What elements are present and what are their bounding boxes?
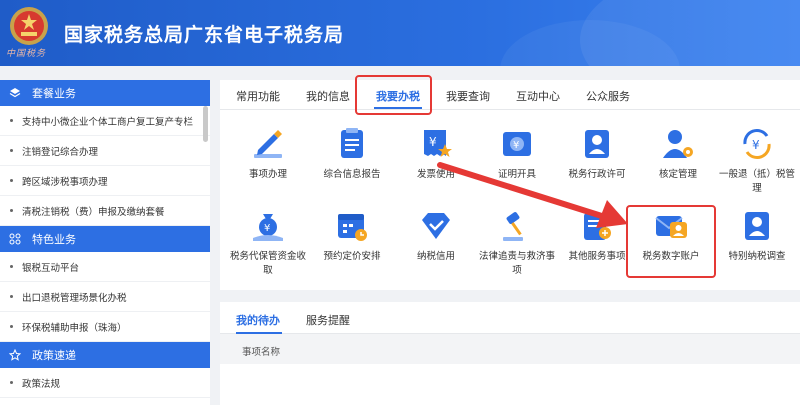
tile-highlight-box: [626, 205, 716, 278]
tax-emblem-icon: [10, 7, 48, 45]
tile-refund[interactable]: ¥ 一般退（抵）税管理: [717, 126, 797, 196]
tab-my-todo[interactable]: 我的待办: [236, 312, 280, 328]
tile-label: 其他服务事项: [568, 251, 626, 262]
tile-legal-remedy[interactable]: 法律追责与救济事项: [477, 208, 557, 278]
tile-label: 法律追责与救济事项: [478, 251, 555, 276]
sidebar-item[interactable]: 支持中小微企业个体工商户复工复产专栏: [0, 106, 210, 136]
tile-special-investigation[interactable]: 特别纳税调查: [717, 208, 797, 264]
sidebar-item-label: 环保税辅助申报（珠海）: [22, 322, 127, 334]
tile-label: 证明开具: [497, 169, 536, 180]
tab-my-info[interactable]: 我的信息: [306, 88, 350, 104]
sidebar-item[interactable]: 环保税辅助申报（珠海）: [0, 312, 210, 342]
tile-label: 税务行政许可: [568, 169, 626, 180]
tile-label: 发票使用: [416, 169, 455, 180]
tile-admin-license[interactable]: 税务行政许可: [557, 126, 637, 182]
tile-label: 纳税信用: [416, 251, 455, 262]
diamond-icon: [422, 213, 450, 239]
gavel-icon: [503, 212, 523, 241]
tile-other-services[interactable]: 其他服务事项: [557, 208, 637, 264]
sidebar-item[interactable]: 银税互动平台: [0, 252, 210, 282]
tile-label: 特别纳税调查: [728, 251, 786, 262]
money-bag-icon: ¥: [253, 214, 283, 241]
main-tabs: 常用功能 我的信息 我要办税 我要查询 互动中心 公众服务: [220, 75, 800, 115]
calendar-icon: [338, 214, 367, 241]
tile-item-handling[interactable]: 事项办理: [228, 126, 308, 182]
svg-text:¥: ¥: [752, 138, 760, 152]
pen-icon: [254, 130, 282, 158]
bullet-icon: [10, 325, 13, 328]
sidebar-scrollbar-thumb[interactable]: [203, 106, 208, 142]
sidebar-item-label: 政策法规: [22, 378, 61, 390]
site-header: 中国税务 国家税务总局广东省电子税务局: [0, 0, 800, 66]
bullet-icon: [10, 265, 13, 268]
bullet-icon: [10, 179, 13, 182]
sidebar-item[interactable]: 跨区域涉税事项办理: [0, 166, 210, 196]
tab-common[interactable]: 常用功能: [236, 88, 280, 104]
sidebar-item[interactable]: 注销登记综合办理: [0, 136, 210, 166]
bullet-icon: [10, 119, 13, 122]
sidebar-item-label: 出口退税管理场景化办税: [22, 292, 127, 304]
tile-verification[interactable]: 核定管理: [638, 126, 718, 182]
tile-label: 事项办理: [248, 169, 287, 180]
certificate-icon: ¥: [503, 132, 531, 156]
tile-custody-funds[interactable]: ¥ 税务代保管资金收取: [228, 208, 308, 278]
sidebar-item[interactable]: 政策法规: [0, 368, 210, 398]
tile-label: 核定管理: [658, 169, 697, 180]
tile-invoice-use[interactable]: ¥ 发票使用: [396, 126, 476, 182]
service-panel: 常用功能 我的信息 我要办税 我要查询 互动中心 公众服务 事项办理 综合信息报…: [220, 75, 800, 290]
sidebar-section-special[interactable]: 特色业务: [0, 226, 210, 252]
sidebar-item[interactable]: 清税注销税（费）申报及缴纳套餐: [0, 196, 210, 226]
column-header-item-name: 事项名称: [242, 347, 281, 358]
tab-public-service[interactable]: 公众服务: [586, 88, 630, 104]
report-icon: [341, 128, 363, 158]
tile-pricing-arrangement[interactable]: 预约定价安排: [312, 208, 392, 264]
todo-panel: 我的待办 服务提醒 事项名称: [220, 302, 800, 405]
tile-label: 一般退（抵）税管理: [718, 169, 795, 194]
sidebar-section-title: 政策速递: [32, 349, 76, 362]
tile-label: 综合信息报告: [323, 169, 381, 180]
svg-text:¥: ¥: [264, 223, 270, 234]
tile-label: 预约定价安排: [323, 251, 381, 262]
tile-label: 税务代保管资金收取: [229, 251, 306, 276]
sidebar-item-label: 支持中小微企业个体工商户复工复产专栏: [22, 116, 194, 128]
sidebar-section-title: 特色业务: [32, 233, 76, 246]
brand-script-logo: 中国税务: [6, 49, 47, 59]
user-gear-icon: [663, 130, 693, 158]
svg-text:¥: ¥: [513, 140, 519, 151]
sidebar-item-label: 注销登记综合办理: [22, 146, 99, 158]
tab-interaction[interactable]: 互动中心: [516, 88, 560, 104]
refund-icon: ¥: [743, 129, 771, 159]
sidebar-section-policy[interactable]: 政策速递: [0, 342, 210, 368]
sidebar-item-label: 银税互动平台: [22, 262, 80, 274]
sidebar: 套餐业务 支持中小微企业个体工商户复工复产专栏 注销登记综合办理 跨区域涉税事项…: [0, 80, 210, 405]
tile-info-report[interactable]: 综合信息报告: [312, 126, 392, 182]
bullet-icon: [10, 149, 13, 152]
license-icon: [585, 130, 609, 158]
svg-text:¥: ¥: [429, 135, 437, 149]
tab-highlight-box: [355, 75, 432, 115]
tab-service-reminder[interactable]: 服务提醒: [306, 312, 350, 328]
sidebar-section-package[interactable]: 套餐业务: [0, 80, 210, 106]
clipboard-icon: [584, 213, 611, 240]
investigation-icon: [745, 212, 769, 240]
bullet-icon: [10, 381, 13, 384]
todo-tabs: 我的待办 服务提醒: [220, 302, 800, 334]
grid-icon: [8, 232, 22, 246]
sidebar-item-label: 跨区域涉税事项办理: [22, 176, 108, 188]
table-header: 事项名称: [220, 334, 800, 364]
layers-icon: [8, 86, 22, 100]
bullet-icon: [10, 209, 13, 212]
invoice-icon: ¥: [424, 130, 452, 157]
sidebar-item-label: 清税注销税（费）申报及缴纳套餐: [22, 206, 165, 218]
tile-certificate[interactable]: ¥ 证明开具: [477, 126, 557, 182]
sidebar-item[interactable]: 出口退税管理场景化办税: [0, 282, 210, 312]
bullet-icon: [10, 295, 13, 298]
tab-query[interactable]: 我要查询: [446, 88, 490, 104]
sidebar-section-title: 套餐业务: [32, 87, 76, 100]
star-icon: [8, 348, 22, 362]
tile-tax-credit[interactable]: 纳税信用: [396, 208, 476, 264]
site-title: 国家税务总局广东省电子税务局: [64, 24, 345, 46]
